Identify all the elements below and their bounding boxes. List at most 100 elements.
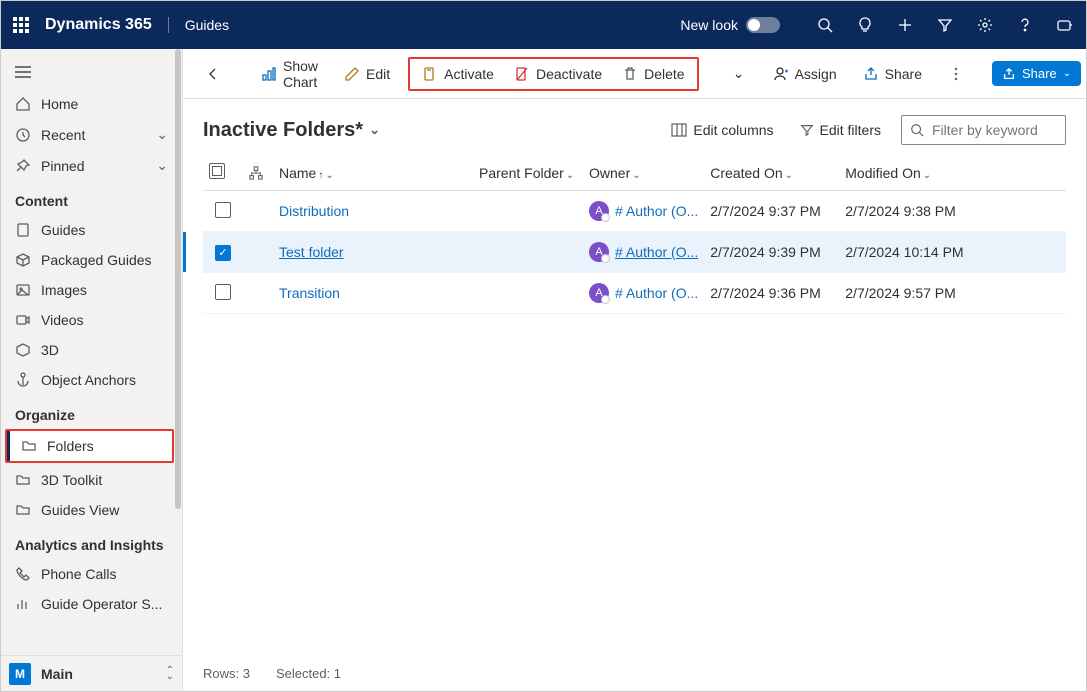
chevron-down-icon: ⌄ — [369, 122, 380, 138]
overflow-chevron-button[interactable]: ⌄ — [723, 61, 755, 87]
filter-keyword-input[interactable] — [930, 121, 1087, 139]
nav-3d[interactable]: 3D — [1, 335, 182, 365]
area-badge: M — [9, 663, 31, 685]
plus-icon[interactable] — [896, 16, 914, 34]
show-chart-label: Show Chart — [283, 58, 318, 90]
gear-icon[interactable] — [976, 16, 994, 34]
nav-pinned[interactable]: Pinned ⌄ — [1, 150, 182, 181]
assistant-icon[interactable] — [1056, 16, 1074, 34]
nav-anchors[interactable]: Object Anchors — [1, 365, 182, 395]
nav-operator[interactable]: Guide Operator S... — [1, 589, 182, 619]
nav-guides-view[interactable]: Guides View — [1, 495, 182, 525]
deactivate-label: Deactivate — [536, 66, 602, 82]
nav-phone-label: Phone Calls — [41, 566, 117, 582]
row-checkbox[interactable] — [215, 284, 231, 300]
activate-button[interactable]: Activate — [414, 61, 502, 87]
row-owner-link[interactable]: # Author (O... — [615, 203, 698, 219]
share-button[interactable]: Share — [855, 61, 930, 87]
nav-folders[interactable]: Folders — [7, 431, 172, 461]
edit-columns-button[interactable]: Edit columns — [665, 118, 779, 142]
nav-guides[interactable]: Guides — [1, 215, 182, 245]
filter-keyword-box[interactable] — [901, 115, 1066, 145]
col-parent[interactable]: Parent Folder⌄ — [473, 155, 583, 191]
row-created: 2/7/2024 9:39 PM — [704, 232, 839, 273]
table-row[interactable]: ✓ Test folder A # Author (O... 2/7/2024 9:39… — [203, 232, 1066, 273]
nav-pinned-label: Pinned — [41, 158, 85, 174]
nav-images[interactable]: Images — [1, 275, 182, 305]
chevron-down-icon: ⌄ — [156, 157, 168, 174]
edit-button[interactable]: Edit — [336, 61, 398, 87]
help-icon[interactable] — [1016, 16, 1034, 34]
chart-icon — [15, 596, 31, 612]
more-button[interactable] — [940, 61, 972, 87]
search-icon[interactable] — [816, 16, 834, 34]
app-title[interactable]: Guides — [168, 17, 229, 33]
sidebar-scrollbar[interactable] — [174, 49, 182, 655]
col-owner[interactable]: Owner⌄ — [583, 155, 704, 191]
image-icon — [15, 282, 31, 298]
row-modified: 2/7/2024 9:57 PM — [839, 273, 1066, 314]
nav-videos[interactable]: Videos — [1, 305, 182, 335]
funnel-icon[interactable] — [936, 16, 954, 34]
grid-footer: Rows: 3 Selected: 1 — [183, 656, 1086, 691]
deactivate-button[interactable]: Deactivate — [506, 61, 610, 87]
more-vertical-icon — [948, 66, 964, 82]
toggle-switch[interactable] — [746, 17, 780, 33]
waffle-icon[interactable] — [13, 17, 29, 33]
col-select-all[interactable] — [203, 155, 243, 191]
nav-home-label: Home — [41, 96, 78, 112]
edit-filters-button[interactable]: Edit filters — [794, 118, 887, 142]
nav-toolkit[interactable]: 3D Toolkit — [1, 465, 182, 495]
col-created[interactable]: Created On⌄ — [704, 155, 839, 191]
area-switcher[interactable]: M Main ⌃⌄ — [1, 655, 182, 691]
assign-button[interactable]: Assign — [765, 61, 845, 87]
table-row[interactable]: DistributionA# Author (O...2/7/2024 9:37… — [203, 191, 1066, 232]
col-name[interactable]: Name↑⌄ — [273, 155, 473, 191]
new-look-toggle[interactable]: New look — [680, 17, 780, 33]
nav-packaged-label: Packaged Guides — [41, 252, 152, 268]
row-owner-link[interactable]: # Author (O... — [615, 244, 698, 260]
col-hierarchy[interactable] — [243, 155, 273, 191]
hamburger-icon[interactable] — [1, 55, 182, 89]
col-modified[interactable]: Modified On⌄ — [839, 155, 1066, 191]
nav-guides-label: Guides — [41, 222, 85, 238]
chevron-down-icon: ⌄ — [731, 66, 747, 82]
delete-label: Delete — [644, 66, 684, 82]
video-icon — [15, 312, 31, 328]
nav-recent[interactable]: Recent ⌄ — [1, 119, 182, 150]
view-title[interactable]: Inactive Folders* ⌄ — [203, 119, 380, 142]
folder-icon — [15, 502, 31, 518]
table-row[interactable]: TransitionA# Author (O...2/7/2024 9:36 P… — [203, 273, 1066, 314]
nav-images-label: Images — [41, 282, 87, 298]
avatar: A — [589, 242, 609, 262]
nav-operator-label: Guide Operator S... — [41, 596, 162, 612]
row-modified: 2/7/2024 9:38 PM — [839, 191, 1066, 232]
row-name-link[interactable]: Test folder — [279, 244, 344, 260]
new-look-label: New look — [680, 17, 738, 33]
section-organize: Organize — [1, 395, 182, 429]
nav-packaged[interactable]: Packaged Guides — [1, 245, 182, 275]
edit-columns-label: Edit columns — [693, 122, 773, 138]
nav-folders-label: Folders — [47, 438, 94, 454]
delete-button[interactable]: Delete — [614, 61, 692, 87]
lightbulb-icon[interactable] — [856, 16, 874, 34]
row-name-link[interactable]: Distribution — [279, 203, 349, 219]
nav-phone[interactable]: Phone Calls — [1, 559, 182, 589]
cube-icon — [15, 342, 31, 358]
row-checkbox[interactable]: ✓ — [215, 245, 231, 261]
main-content: Show Chart Edit Activate Deactivate — [183, 49, 1086, 691]
nav-anchors-label: Object Anchors — [41, 372, 136, 388]
show-chart-button[interactable]: Show Chart — [253, 53, 326, 95]
chevron-updown-icon: ⌃⌄ — [166, 668, 174, 680]
nav-home[interactable]: Home — [1, 89, 182, 119]
back-button[interactable] — [197, 61, 229, 87]
row-checkbox[interactable] — [215, 202, 231, 218]
folder-icon — [15, 472, 31, 488]
brand-title[interactable]: Dynamics 365 — [45, 16, 152, 34]
row-owner-link[interactable]: # Author (O... — [615, 285, 698, 301]
assign-label: Assign — [795, 66, 837, 82]
row-created: 2/7/2024 9:36 PM — [704, 273, 839, 314]
share-primary-button[interactable]: Share ⌄ — [992, 61, 1081, 86]
row-name-link[interactable]: Transition — [279, 285, 340, 301]
pin-icon — [15, 158, 31, 174]
